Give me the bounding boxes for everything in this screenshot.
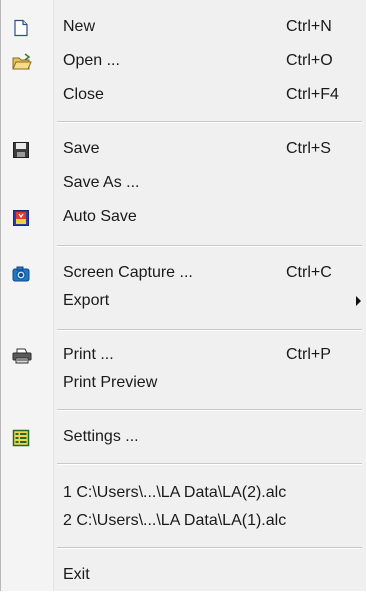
floppy-disk-icon — [12, 141, 30, 159]
menu-item-label: Save — [63, 140, 100, 157]
menu-separator — [57, 409, 362, 411]
recent-file-label: 2 C:\Users\...\LA Data\LA(1).alc — [63, 512, 287, 529]
menu-separator — [57, 245, 362, 247]
menu-item-auto-save[interactable]: Auto Save — [2, 201, 366, 235]
menu-item-label: Print Preview — [63, 374, 158, 391]
shortcut-label: Ctrl+P — [286, 346, 331, 363]
menu-item-label: Export — [63, 292, 110, 309]
settings-list-icon — [12, 429, 30, 447]
document-icon — [12, 19, 30, 37]
menu-item-exit[interactable]: Exit — [2, 559, 366, 593]
menu-item-close[interactable]: Close Ctrl+F4 — [2, 79, 366, 113]
menu-item-save-as[interactable]: Save As ... — [2, 167, 366, 201]
menu-separator — [57, 329, 362, 331]
shortcut-label: Ctrl+N — [286, 18, 332, 35]
menu-separator — [57, 463, 362, 465]
recent-file-label: 1 C:\Users\...\LA Data\LA(2).alc — [63, 484, 287, 501]
menu-item-label: Close — [63, 86, 104, 103]
folder-open-icon — [12, 53, 32, 71]
shortcut-label: Ctrl+O — [286, 52, 333, 69]
submenu-arrow-icon — [356, 296, 361, 306]
menu-item-label: Print ... — [63, 346, 114, 363]
menu-item-new[interactable]: New Ctrl+N — [2, 11, 366, 45]
auto-save-icon — [12, 209, 30, 227]
camera-icon — [12, 265, 30, 283]
printer-icon — [12, 347, 32, 365]
menu-separator — [57, 121, 362, 123]
menu-item-export[interactable]: Export — [2, 285, 366, 319]
menu-item-open[interactable]: Open ... Ctrl+O — [2, 45, 366, 79]
file-menu: New Ctrl+N Open ... Ctrl+O Close Ctrl+F4… — [0, 0, 366, 591]
menu-item-label: Screen Capture ... — [63, 264, 193, 281]
menu-item-settings[interactable]: Settings ... — [2, 421, 366, 455]
shortcut-label: Ctrl+F4 — [286, 86, 339, 103]
menu-separator — [57, 547, 362, 549]
menu-item-save[interactable]: Save Ctrl+S — [2, 133, 366, 167]
menu-item-label: Save As ... — [63, 174, 140, 191]
menu-item-label: New — [63, 18, 96, 35]
menu-item-recent-file[interactable]: 2 C:\Users\...\LA Data\LA(1).alc — [2, 505, 366, 539]
menu-item-label: Auto Save — [63, 208, 137, 225]
shortcut-label: Ctrl+C — [286, 264, 332, 281]
shortcut-label: Ctrl+S — [286, 140, 331, 157]
menu-item-print-preview[interactable]: Print Preview — [2, 367, 366, 401]
menu-item-label: Settings ... — [63, 428, 139, 445]
menu-item-label: Open ... — [63, 52, 120, 69]
menu-item-label: Exit — [63, 566, 90, 583]
